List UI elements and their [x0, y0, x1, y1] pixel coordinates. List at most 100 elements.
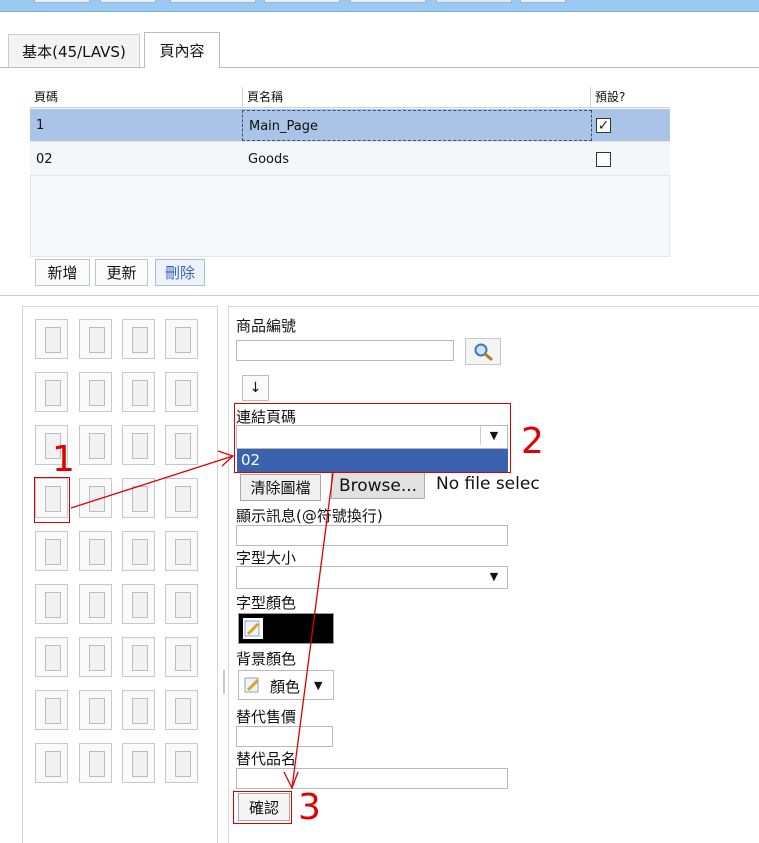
arrow-down-button[interactable]: ↓: [242, 375, 269, 401]
layout-slot[interactable]: [122, 637, 155, 677]
font-size-select[interactable]: ▼: [236, 566, 508, 589]
search-button[interactable]: [465, 338, 501, 365]
column-header-page-name[interactable]: 頁名稱: [243, 87, 591, 108]
slot-placeholder-icon: [132, 380, 148, 406]
layout-slot[interactable]: [35, 531, 68, 571]
toolbar-button-1[interactable]: [34, 0, 90, 3]
layout-slot[interactable]: [35, 690, 68, 730]
layout-slot[interactable]: [35, 372, 68, 412]
layout-slot[interactable]: [35, 743, 68, 783]
cell-page-name[interactable]: Main_Page: [242, 110, 592, 141]
layout-slot[interactable]: [79, 478, 112, 518]
toolbar-button-6[interactable]: [436, 0, 512, 3]
layout-slot[interactable]: [165, 319, 198, 359]
layout-slot[interactable]: [122, 372, 155, 412]
alt-name-input[interactable]: [236, 768, 508, 789]
tab-page-content[interactable]: 頁內容: [144, 32, 220, 68]
annotation-number-3: 3: [298, 787, 321, 828]
browse-button[interactable]: Browse...: [331, 472, 425, 499]
layout-slot[interactable]: [165, 478, 198, 518]
toolbar-button-2[interactable]: [100, 0, 156, 3]
layout-slot[interactable]: [165, 425, 198, 465]
layout-slot[interactable]: [122, 531, 155, 571]
slot-placeholder-icon: [132, 486, 148, 512]
slot-placeholder-icon: [175, 327, 191, 353]
slot-placeholder-icon: [175, 539, 191, 565]
table-row[interactable]: 1 Main_Page ✓: [30, 109, 670, 142]
annotation-number-2: 2: [521, 421, 544, 462]
cell-page-no: 02: [36, 152, 53, 167]
layout-slot[interactable]: [122, 478, 155, 518]
slot-placeholder-icon: [89, 698, 105, 724]
display-message-label: 顯示訊息(@符號換行): [236, 507, 383, 525]
product-no-input[interactable]: [236, 340, 454, 361]
update-button[interactable]: 更新: [95, 259, 148, 286]
layout-slot[interactable]: [165, 584, 198, 624]
layout-slot[interactable]: [79, 425, 112, 465]
table-row[interactable]: 02 Goods: [30, 143, 670, 176]
cell-page-no: 1: [36, 118, 45, 133]
update-button-label: 更新: [106, 264, 137, 282]
toolbar-button-4[interactable]: [264, 0, 340, 3]
slot-placeholder-icon: [132, 645, 148, 671]
slot-placeholder-icon: [45, 592, 61, 618]
slot-placeholder-icon: [175, 486, 191, 512]
slot-placeholder-icon: [45, 327, 61, 353]
layout-slot[interactable]: [165, 372, 198, 412]
display-message-input[interactable]: [236, 525, 508, 546]
layout-slot[interactable]: [122, 690, 155, 730]
layout-slot[interactable]: [165, 637, 198, 677]
slot-placeholder-icon: [175, 698, 191, 724]
file-status-text: No file selec: [436, 474, 540, 494]
layout-slot[interactable]: [122, 425, 155, 465]
chevron-down-icon: ▼: [489, 570, 499, 583]
add-button[interactable]: 新增: [35, 259, 90, 286]
slot-placeholder-icon: [89, 751, 105, 777]
slot-placeholder-icon: [175, 433, 191, 459]
slot-placeholder-icon: [132, 539, 148, 565]
clear-image-button[interactable]: 清除圖檔: [240, 474, 321, 501]
clear-image-label: 清除圖檔: [250, 479, 311, 497]
slot-placeholder-icon: [45, 751, 61, 777]
slot-placeholder-icon: [132, 327, 148, 353]
layout-slot[interactable]: [35, 319, 68, 359]
tab-basic[interactable]: 基本(45/LAVS): [8, 34, 140, 67]
bg-color-label: 背景顏色: [236, 650, 297, 668]
default-checkbox-checked[interactable]: ✓: [596, 118, 611, 133]
toolbar-button-7[interactable]: [520, 0, 566, 3]
layout-slot[interactable]: [79, 372, 112, 412]
slot-placeholder-icon: [175, 592, 191, 618]
bg-color-picker[interactable]: 顏色 ▼: [238, 670, 334, 700]
default-checkbox[interactable]: [596, 152, 611, 167]
layout-slot[interactable]: [79, 531, 112, 571]
browse-label: Browse...: [338, 475, 418, 496]
layout-slot[interactable]: [79, 743, 112, 783]
layout-slot[interactable]: [79, 690, 112, 730]
layout-slot[interactable]: [122, 319, 155, 359]
font-size-label: 字型大小: [236, 549, 297, 567]
pencil-note-icon: [244, 676, 262, 695]
layout-slot[interactable]: [35, 637, 68, 677]
alt-price-input[interactable]: [236, 726, 333, 747]
layout-slot[interactable]: [79, 584, 112, 624]
layout-slot[interactable]: [165, 690, 198, 730]
delete-button[interactable]: 刪除: [155, 259, 205, 286]
layout-slot[interactable]: [35, 584, 68, 624]
chevron-down-icon: ▼: [314, 679, 323, 692]
arrow-down-icon: ↓: [249, 380, 262, 396]
layout-slot[interactable]: [79, 319, 112, 359]
column-header-default[interactable]: 預設?: [591, 87, 670, 108]
font-color-label: 字型顏色: [236, 594, 297, 612]
layout-slot[interactable]: [165, 743, 198, 783]
slot-placeholder-icon: [89, 539, 105, 565]
column-header-page-no[interactable]: 頁碼: [30, 87, 243, 108]
layout-slot[interactable]: [122, 584, 155, 624]
toolbar-button-5[interactable]: [350, 0, 426, 3]
layout-slot[interactable]: [122, 743, 155, 783]
slot-placeholder-icon: [132, 751, 148, 777]
font-color-picker[interactable]: [238, 613, 334, 644]
layout-slot[interactable]: [165, 531, 198, 571]
panel-splitter[interactable]: [223, 670, 225, 694]
toolbar-button-3[interactable]: [170, 0, 256, 3]
layout-slot[interactable]: [79, 637, 112, 677]
